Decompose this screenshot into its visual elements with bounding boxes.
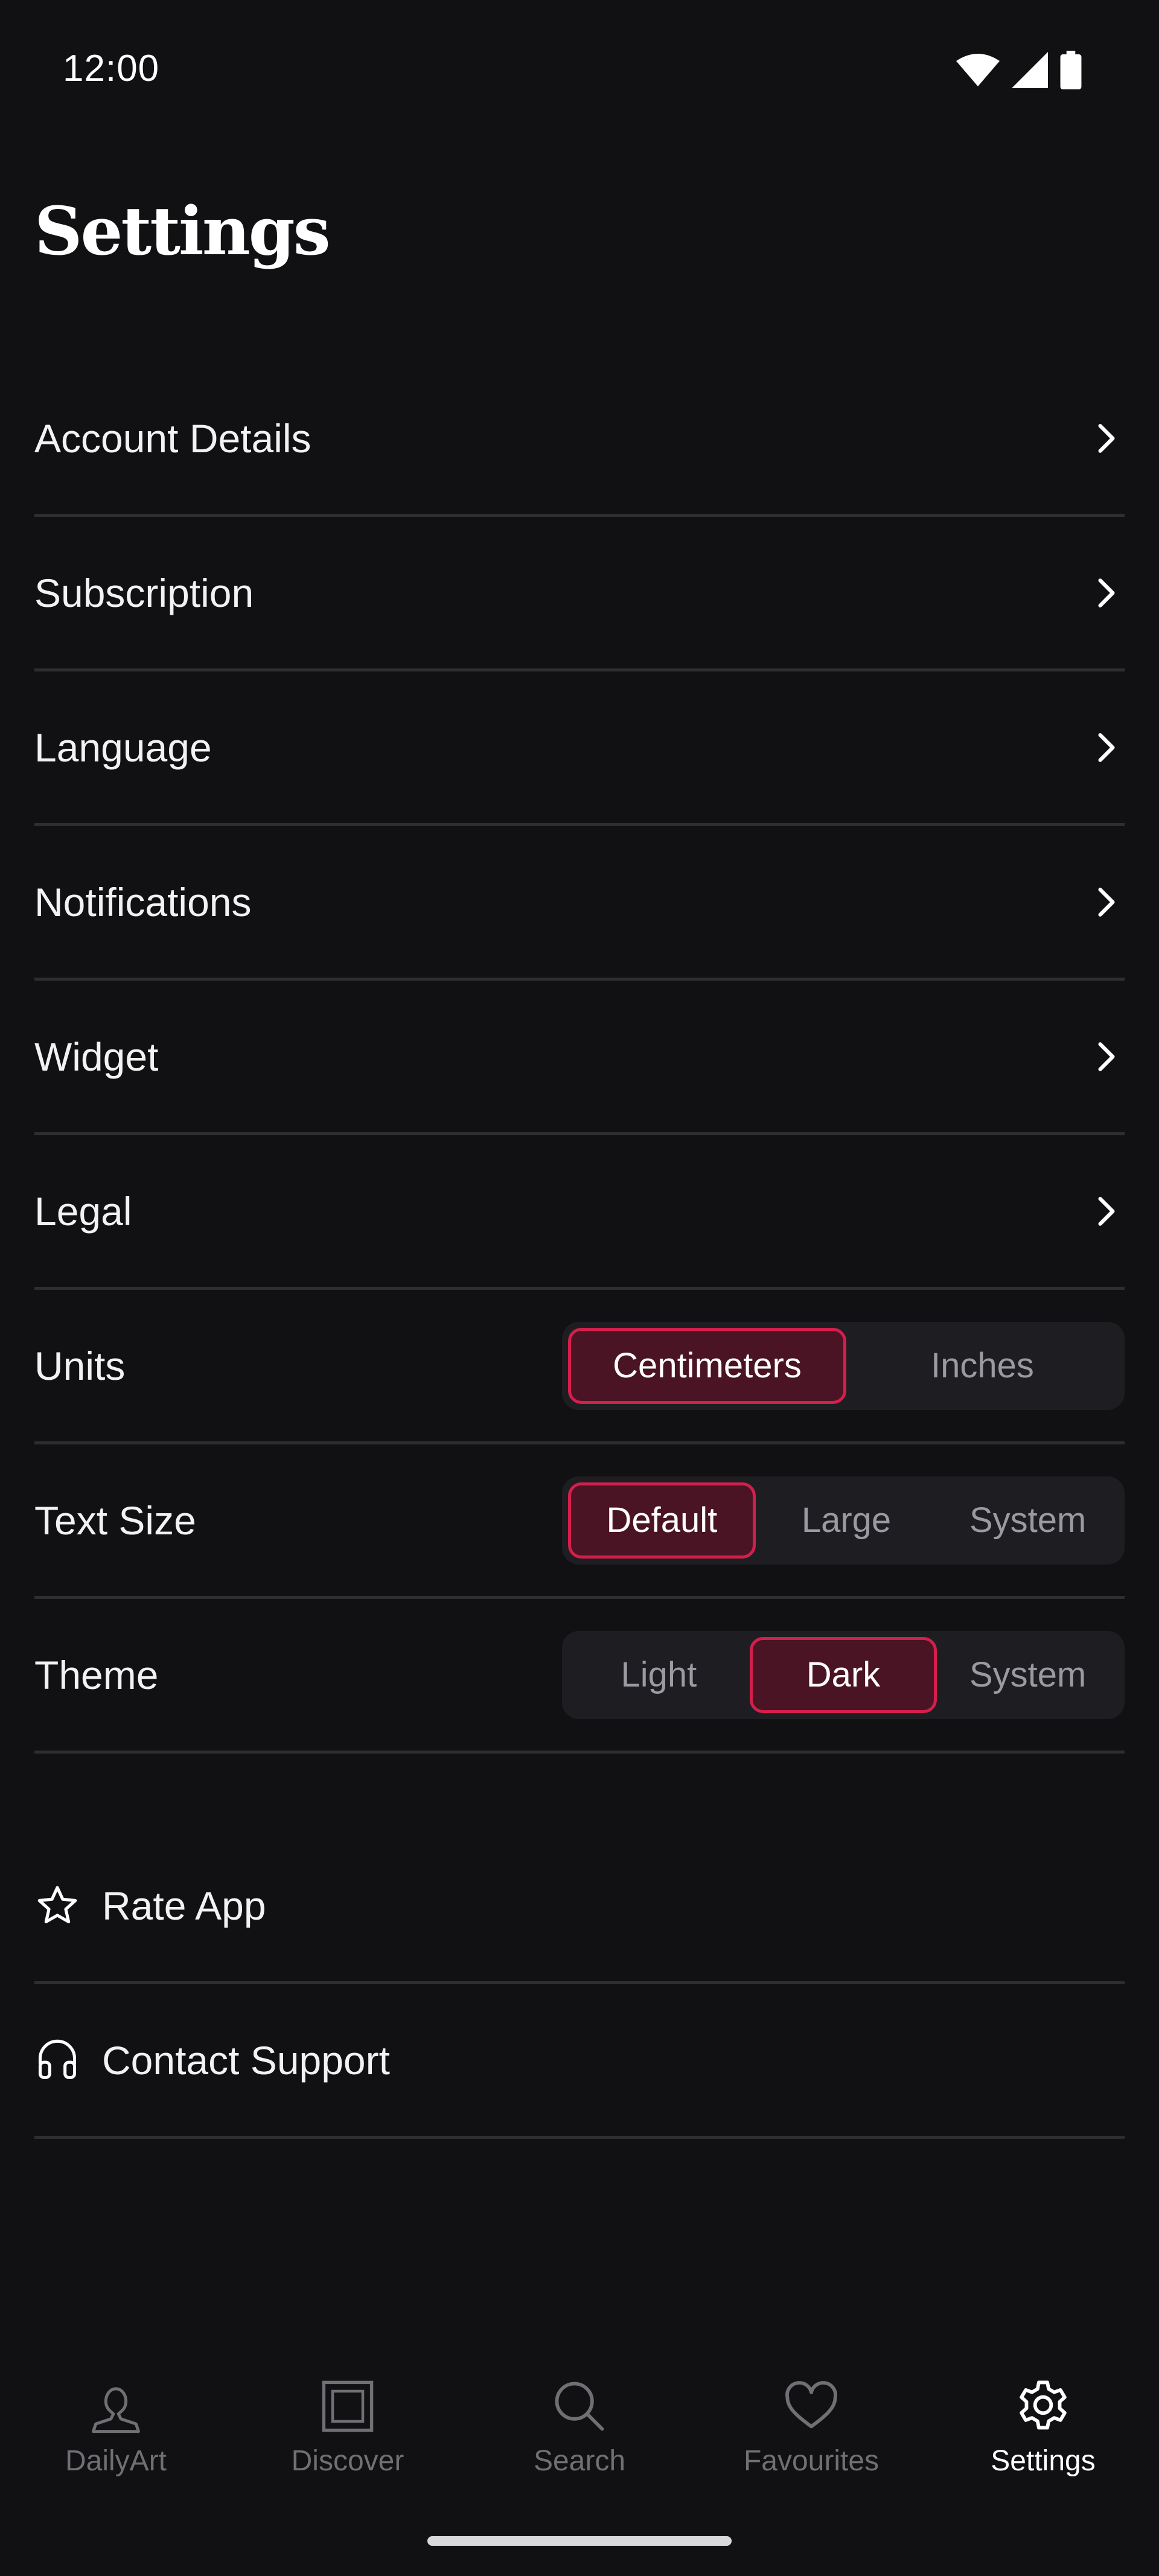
rate-app-label: Rate App	[102, 1883, 266, 1928]
settings-list: Account Details Subscription Language No…	[34, 362, 1125, 1754]
menu-item-label: Widget	[34, 1034, 159, 1079]
text-size-label: Text Size	[34, 1498, 196, 1543]
nav-label: Search	[533, 2445, 626, 2477]
text-size-option-default[interactable]: Default	[568, 1482, 756, 1559]
menu-item-label: Subscription	[34, 570, 254, 615]
nav-item-dailyart[interactable]: DailyArt	[0, 2355, 232, 2500]
page-title: Settings	[34, 192, 331, 270]
menu-item-subscription[interactable]: Subscription	[34, 517, 1125, 671]
theme-option-light[interactable]: Light	[568, 1637, 750, 1713]
menu-item-legal[interactable]: Legal	[34, 1135, 1125, 1290]
text-size-option-system[interactable]: System	[937, 1482, 1119, 1559]
battery-icon	[1060, 51, 1082, 92]
contact-support-button[interactable]: Contact Support	[34, 1984, 1125, 2139]
theme-option-system[interactable]: System	[937, 1637, 1119, 1713]
menu-item-notifications[interactable]: Notifications	[34, 826, 1125, 981]
nav-item-settings[interactable]: Settings	[927, 2355, 1159, 2500]
chevron-right-icon	[1088, 575, 1125, 611]
heart-icon	[778, 2373, 845, 2440]
chevron-right-icon	[1088, 1039, 1125, 1075]
chevron-right-icon	[1088, 884, 1125, 920]
theme-row: Theme Light Dark System	[34, 1599, 1125, 1754]
home-indicator[interactable]	[427, 2536, 732, 2546]
menu-item-account-details[interactable]: Account Details	[34, 362, 1125, 517]
chevron-right-icon	[1088, 1193, 1125, 1229]
text-size-segmented-control: Default Large System	[562, 1476, 1125, 1565]
chevron-right-icon	[1088, 729, 1125, 766]
chevron-right-icon	[1088, 420, 1125, 457]
nav-label: Favourites	[743, 2445, 880, 2477]
text-size-option-large[interactable]: Large	[756, 1482, 937, 1559]
menu-item-language[interactable]: Language	[34, 671, 1125, 826]
nav-label: Discover	[291, 2445, 404, 2477]
status-bar: 12:00	[0, 0, 1159, 139]
units-row: Units Centimeters Inches	[34, 1290, 1125, 1444]
bottom-navigation: DailyArt Discover Search Favourites Sett…	[0, 2355, 1159, 2500]
contact-support-label: Contact Support	[102, 2037, 390, 2083]
menu-item-label: Legal	[34, 1188, 132, 1234]
status-icons	[956, 51, 1082, 92]
frame-icon	[314, 2373, 381, 2440]
theme-segmented-control: Light Dark System	[562, 1630, 1125, 1719]
units-option-centimeters[interactable]: Centimeters	[568, 1327, 846, 1404]
rate-app-button[interactable]: Rate App	[34, 1830, 1125, 1984]
status-time: 12:00	[63, 48, 160, 89]
nav-label: Settings	[991, 2445, 1096, 2477]
actions-list: Rate App Contact Support	[34, 1830, 1125, 2139]
units-option-inches[interactable]: Inches	[846, 1328, 1119, 1404]
theme-label: Theme	[34, 1652, 159, 1697]
nav-item-search[interactable]: Search	[464, 2355, 695, 2500]
theme-option-dark[interactable]: Dark	[749, 1636, 937, 1713]
nav-label: DailyArt	[65, 2445, 167, 2477]
nav-item-discover[interactable]: Discover	[232, 2355, 464, 2500]
search-icon	[546, 2373, 613, 2440]
wifi-icon	[956, 53, 1000, 90]
menu-item-label: Language	[34, 725, 212, 770]
headphones-icon	[34, 2037, 80, 2083]
nav-item-favourites[interactable]: Favourites	[695, 2355, 927, 2500]
units-label: Units	[34, 1343, 126, 1388]
gear-icon	[1010, 2373, 1076, 2440]
signal-icon	[1012, 52, 1048, 91]
text-size-row: Text Size Default Large System	[34, 1444, 1125, 1599]
star-icon	[34, 1883, 80, 1929]
menu-item-widget[interactable]: Widget	[34, 981, 1125, 1135]
menu-item-label: Account Details	[34, 415, 311, 461]
units-segmented-control: Centimeters Inches	[562, 1321, 1125, 1410]
menu-item-label: Notifications	[34, 879, 252, 924]
bust-icon	[83, 2373, 149, 2440]
